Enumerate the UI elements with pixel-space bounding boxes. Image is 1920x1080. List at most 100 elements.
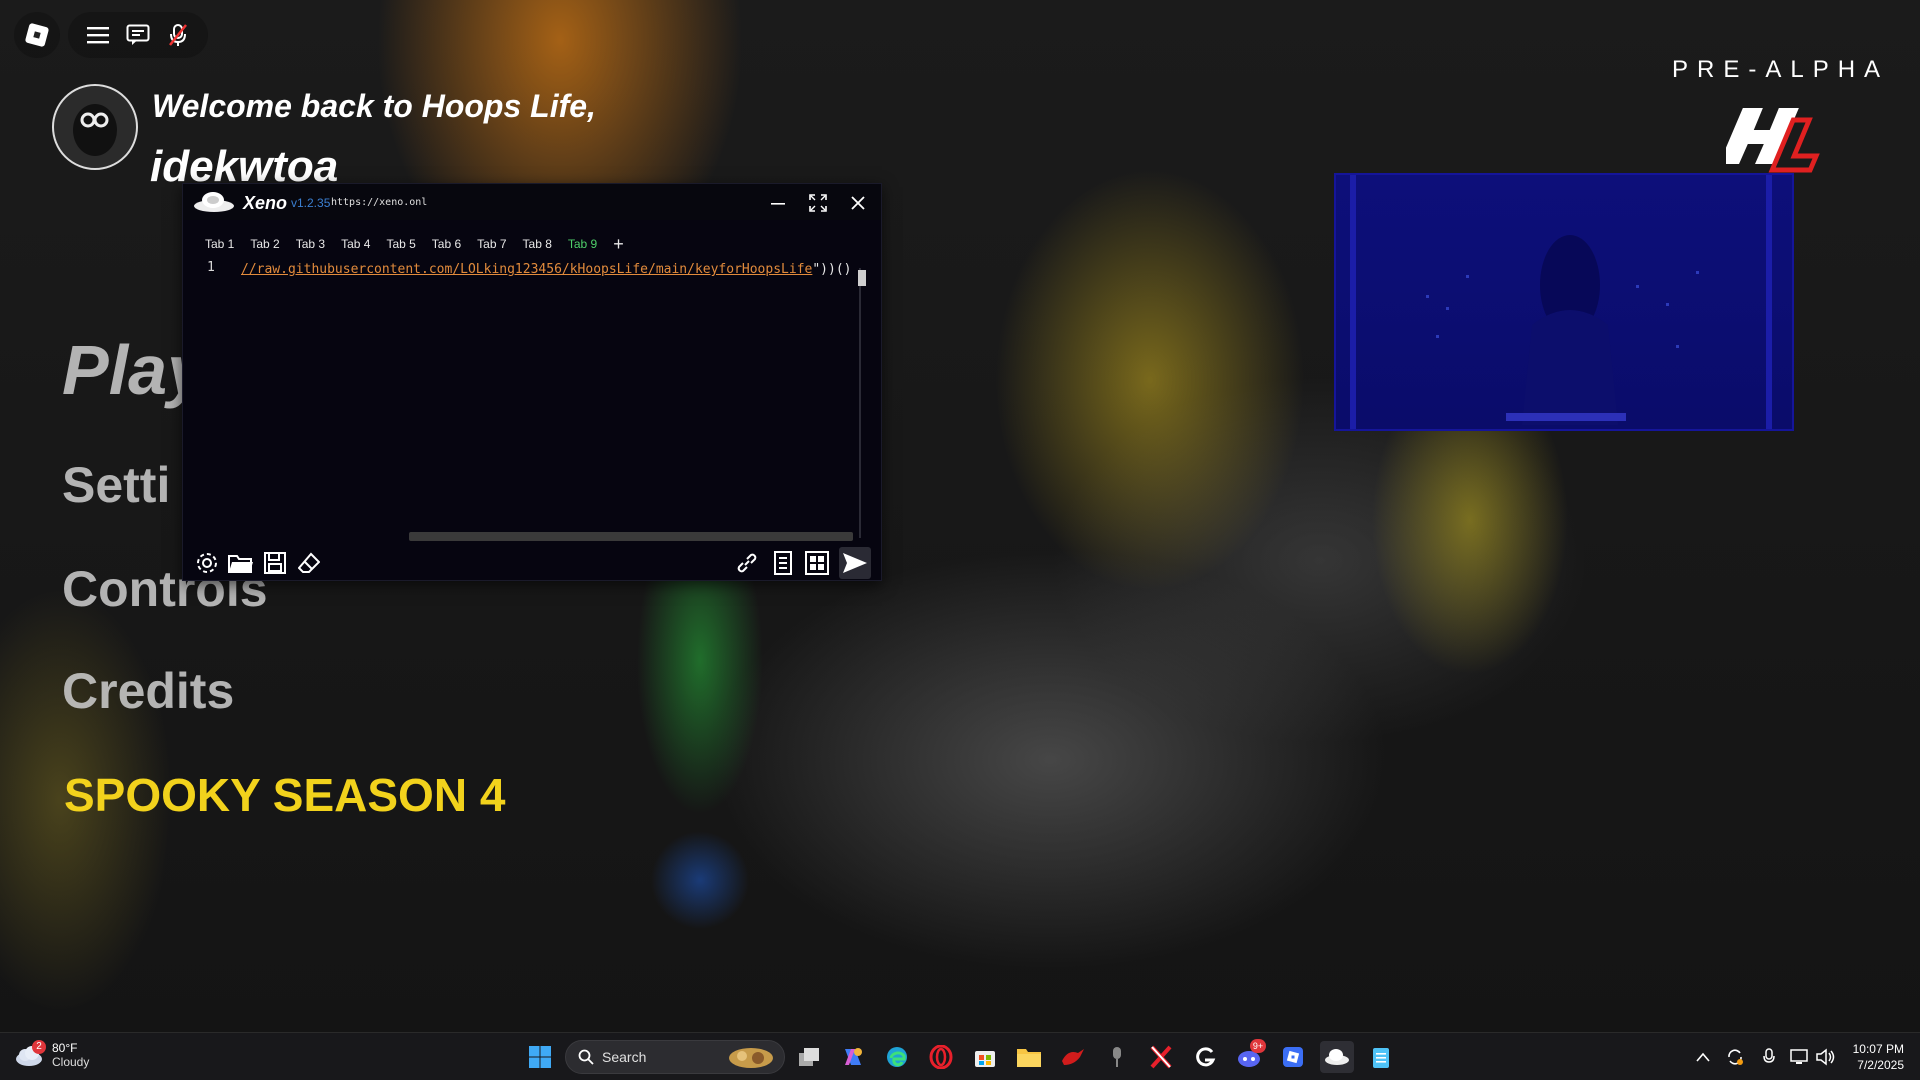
close-button[interactable] [843, 190, 873, 216]
clear-button[interactable] [293, 547, 325, 579]
microphone-icon [1113, 1047, 1121, 1067]
dragon-icon [1062, 1049, 1084, 1065]
search-icon [578, 1049, 594, 1065]
microphone-muted-icon[interactable] [164, 21, 192, 49]
taskbar-edge[interactable] [880, 1041, 914, 1073]
taskbar-roblox[interactable] [1276, 1041, 1310, 1073]
xeno-logo-icon [1325, 1049, 1349, 1065]
roblox-logo-icon [24, 22, 50, 48]
menu-spooky-season[interactable]: SPOOKY SEASON 4 [64, 768, 505, 822]
open-file-button[interactable] [225, 547, 257, 579]
folder-icon [228, 555, 253, 573]
hamburger-menu-icon[interactable] [84, 21, 112, 49]
weather-desc: Cloudy [52, 1055, 90, 1069]
tab-1[interactable]: Tab 1 [197, 237, 242, 251]
maximize-button[interactable] [803, 190, 833, 216]
taskbar-opera[interactable] [924, 1041, 958, 1073]
add-tab-button[interactable]: + [605, 235, 632, 253]
edge-icon [887, 1047, 907, 1067]
taskbar-redragon[interactable] [1056, 1041, 1090, 1073]
settings-button[interactable] [191, 547, 223, 579]
clock-date: 7/2/2025 [1857, 1058, 1904, 1072]
taskbar-store[interactable] [968, 1041, 1002, 1073]
weather-widget[interactable]: 2 80°F Cloudy [14, 1040, 90, 1069]
search-label: Search [602, 1049, 647, 1065]
xeno-window[interactable]: Xeno v1.2.35 https://xeno.onl Tab 1 Tab … [182, 183, 882, 581]
expand-icon [809, 194, 827, 212]
tray-sync[interactable] [1722, 1041, 1748, 1073]
taskbar-copilot[interactable] [836, 1041, 870, 1073]
tab-9[interactable]: Tab 9 [560, 237, 605, 251]
taskbar-x-app[interactable] [1144, 1041, 1178, 1073]
chat-icon[interactable] [124, 21, 152, 49]
code-tail: "))() [812, 262, 852, 277]
weather-temp: 80°F [52, 1041, 78, 1055]
tab-8[interactable]: Tab 8 [515, 237, 560, 251]
menu-credits[interactable]: Credits [62, 662, 234, 720]
chevron-up-icon [1696, 1052, 1710, 1062]
taskbar-clock[interactable]: 10:07 PM 7/2/2025 [1838, 1041, 1904, 1073]
pre-alpha-badge: PRE-ALPHA [1672, 56, 1890, 83]
code-editor[interactable]: 1 //raw.githubusercontent.com/LOLking123… [183, 258, 861, 544]
folder-icon [1017, 1049, 1041, 1067]
code-string: //raw.githubusercontent.com/LOLking12345… [241, 262, 813, 277]
code-line[interactable]: //raw.githubusercontent.com/LOLking12345… [241, 260, 852, 278]
attach-button[interactable] [731, 547, 763, 579]
copilot-icon [845, 1048, 862, 1065]
link-icon [737, 553, 757, 573]
video-overlay[interactable] [1334, 173, 1794, 431]
window-grid-icon [805, 551, 829, 575]
taskbar-notepad[interactable] [1364, 1041, 1398, 1073]
save-file-button[interactable] [259, 547, 291, 579]
minimize-icon [771, 203, 785, 205]
taskbar-task-view[interactable] [792, 1041, 826, 1073]
tray-volume[interactable] [1812, 1041, 1838, 1073]
xeno-url: https://xeno.onl [331, 197, 428, 208]
xeno-logo-icon [194, 192, 234, 212]
network-icon [1790, 1049, 1808, 1064]
clock-time: 10:07 PM [1852, 1042, 1904, 1056]
save-icon [264, 552, 286, 574]
script-icon [774, 551, 792, 575]
sync-icon [1728, 1049, 1743, 1065]
taskbar-xeno[interactable] [1320, 1041, 1354, 1073]
close-icon [851, 196, 865, 210]
windows-icon [529, 1046, 551, 1068]
taskbar-mic-app[interactable] [1100, 1041, 1134, 1073]
vertical-scrollbar-thumb[interactable] [858, 270, 866, 286]
tab-5[interactable]: Tab 5 [378, 237, 423, 251]
execute-icon [843, 553, 867, 573]
tray-network[interactable] [1786, 1041, 1812, 1073]
tray-overflow-button[interactable] [1690, 1041, 1716, 1073]
windows-taskbar: 2 80°F Cloudy Search 9+ 10:07 PM 7/2/202… [0, 1032, 1920, 1080]
taskbar-discord[interactable]: 9+ [1232, 1039, 1266, 1073]
store-icon [975, 1051, 995, 1067]
roblox-icon [1283, 1047, 1303, 1067]
horizontal-scrollbar[interactable] [409, 532, 853, 541]
settings-icon [197, 553, 217, 573]
minimize-button[interactable] [763, 190, 793, 216]
tab-4[interactable]: Tab 4 [333, 237, 378, 251]
search-highlight-icon [729, 1048, 773, 1068]
avatar [52, 84, 138, 170]
tab-3[interactable]: Tab 3 [288, 237, 333, 251]
xeno-toolbar [183, 544, 881, 582]
xeno-version: v1.2.35 [291, 196, 331, 210]
tab-2[interactable]: Tab 2 [242, 237, 287, 251]
hoops-life-logo [1726, 108, 1820, 173]
tab-6[interactable]: Tab 6 [424, 237, 469, 251]
volume-icon [1816, 1048, 1835, 1066]
tray-microphone[interactable] [1756, 1041, 1782, 1073]
notepad-icon [1373, 1048, 1389, 1068]
client-manager-button[interactable] [801, 547, 833, 579]
taskbar-file-explorer[interactable] [1012, 1041, 1046, 1073]
roblox-menu-button[interactable] [14, 12, 60, 58]
menu-settings[interactable]: Setti [62, 456, 170, 514]
taskbar-logitech[interactable] [1188, 1041, 1222, 1073]
script-hub-button[interactable] [767, 547, 799, 579]
start-button[interactable] [523, 1041, 557, 1073]
execute-button[interactable] [839, 547, 871, 579]
opera-icon [929, 1045, 953, 1069]
taskbar-search[interactable]: Search [565, 1040, 785, 1074]
tab-7[interactable]: Tab 7 [469, 237, 514, 251]
